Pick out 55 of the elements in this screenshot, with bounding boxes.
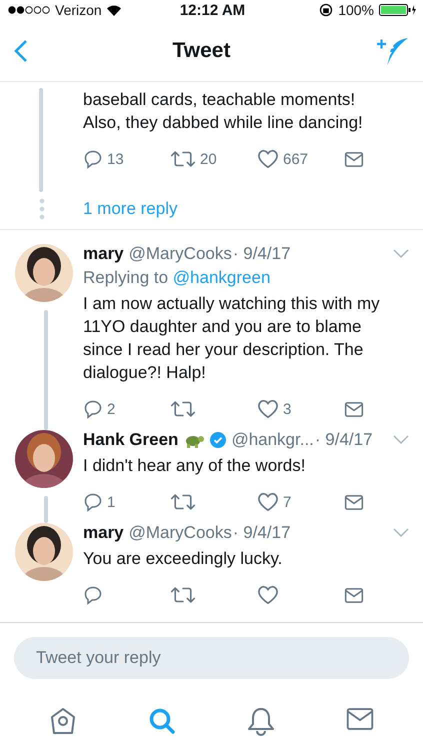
reply-button[interactable]: 13 xyxy=(83,149,170,169)
heart-icon xyxy=(257,492,279,512)
reply-icon xyxy=(83,492,103,512)
wifi-icon xyxy=(106,4,121,16)
tweet-date: · 9/4/17 xyxy=(232,523,291,543)
rotation-lock-icon xyxy=(319,3,334,17)
reply-input-field[interactable]: Tweet your reply xyxy=(14,637,409,679)
retweet-icon xyxy=(170,492,196,512)
mail-icon xyxy=(344,150,364,168)
reply-icon xyxy=(83,149,103,169)
user-handle[interactable]: @MaryCooks xyxy=(128,523,232,543)
reply-button[interactable]: 1 xyxy=(83,492,170,512)
retweet-icon xyxy=(170,585,196,605)
battery-icon xyxy=(379,4,417,16)
back-button[interactable] xyxy=(14,38,28,62)
replying-label: Replying to xyxy=(83,268,168,287)
tweet-text: Also, they dabbed while line dancing! xyxy=(83,112,364,134)
heart-icon xyxy=(257,585,279,605)
tweet-text: I am now actually watching this with my 11YO daughter and you are to blame since I read her your description. The dialogue?! Halp! xyxy=(83,293,381,384)
signal-icon xyxy=(8,6,50,14)
user-handle[interactable]: @hankgr... xyxy=(231,430,314,450)
like-button[interactable]: 7 xyxy=(257,492,344,512)
tweet-date: · 9/4/17 xyxy=(232,244,291,264)
mail-icon xyxy=(344,586,364,604)
retweet-button[interactable]: 20 xyxy=(170,149,257,169)
user-handle[interactable]: @MaryCooks xyxy=(128,244,232,264)
tweet-text: baseball cards, teachable moments! xyxy=(83,89,356,111)
thread-dots-icon xyxy=(38,198,44,220)
battery-percent: 100% xyxy=(338,2,374,18)
notifications-icon[interactable] xyxy=(246,707,275,737)
tweet-date: · 9/4/17 xyxy=(314,430,373,450)
tweet-text: You are exceedingly lucky. xyxy=(83,548,284,570)
mention-link[interactable]: @hankgreen xyxy=(172,268,270,287)
mail-icon xyxy=(344,494,364,510)
search-icon[interactable] xyxy=(148,707,176,735)
status-time: 12:12 AM xyxy=(180,2,246,18)
heart-icon xyxy=(257,399,279,419)
tweet-text: I didn't hear any of the words! xyxy=(83,455,306,477)
page-title: Tweet xyxy=(172,38,230,62)
like-button[interactable]: 3 xyxy=(257,399,344,419)
user-name[interactable]: mary xyxy=(83,244,124,264)
like-button[interactable]: 667 xyxy=(257,149,344,169)
heart-icon xyxy=(257,149,279,169)
carrier-name: Verizon xyxy=(55,2,102,18)
user-name[interactable]: Hank Green xyxy=(83,430,178,450)
retweet-icon xyxy=(170,399,196,419)
reply-icon xyxy=(83,399,103,419)
reply-button[interactable]: 2 xyxy=(83,399,170,419)
user-name[interactable]: mary xyxy=(83,523,124,543)
messages-icon[interactable] xyxy=(346,707,374,731)
mail-icon xyxy=(344,400,364,418)
home-icon[interactable] xyxy=(50,707,76,735)
more-replies-link[interactable]: 1 more reply xyxy=(83,198,178,218)
retweet-icon xyxy=(170,149,196,169)
reply-icon xyxy=(83,585,103,605)
